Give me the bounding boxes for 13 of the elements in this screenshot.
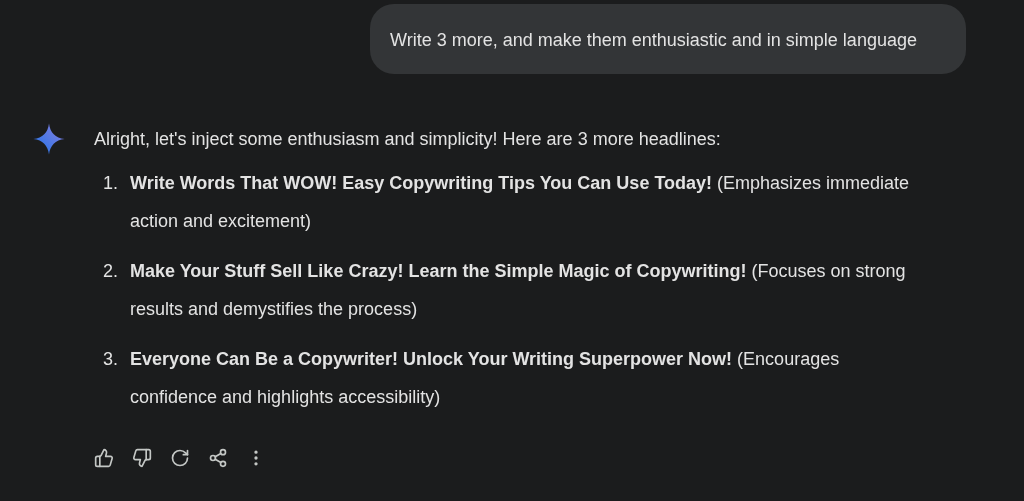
share-icon[interactable] [208, 448, 228, 468]
response-intro: Alright, let's inject some enthusiasm and simplicity! Here are 3 more headlines: [94, 128, 722, 151]
thumbs-down-icon[interactable] [132, 448, 152, 468]
thumbs-up-icon[interactable] [94, 448, 114, 468]
list-number: 1. [102, 172, 119, 195]
headline-item: Everyone Can Be a Copywriter! Unlock Your Writing Superpower Now! (Encourages confidence and highlights accessibility) [130, 348, 841, 409]
refresh-icon[interactable] [170, 448, 190, 468]
list-number: 3. [102, 348, 119, 371]
user-message-text: Write 3 more, and make them enthusiastic and in simple language [390, 29, 918, 52]
sparkle-icon [32, 122, 66, 156]
headline-item: Write Words That WOW! Easy Copywriting Tips You Can Use Today! (Emphasizes immediate action and excitement) [130, 172, 911, 233]
headline-item: Make Your Stuff Sell Like Crazy! Learn the Simple Magic of Copywriting! (Focuses on strong results and demystifies the process) [130, 260, 907, 321]
list-number: 2. [102, 260, 119, 283]
